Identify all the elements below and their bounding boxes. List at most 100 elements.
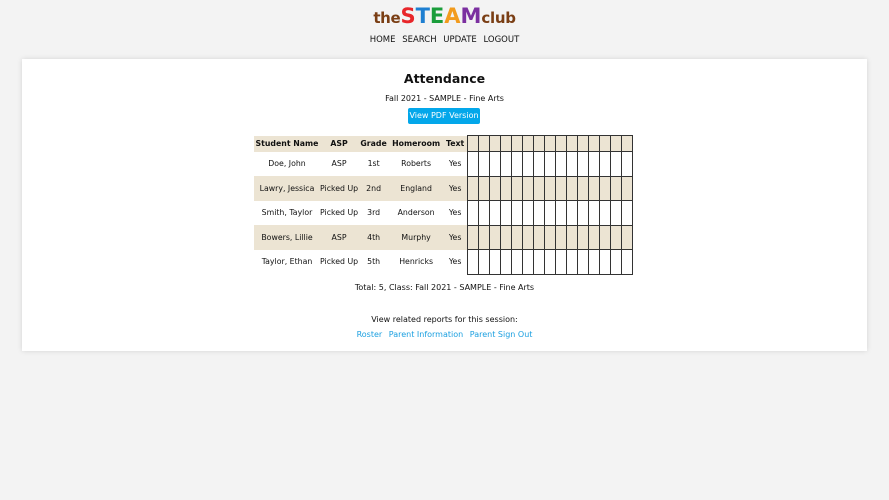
attendance-box bbox=[544, 135, 557, 152]
parent-sign-out-link[interactable]: Parent Sign Out bbox=[470, 330, 533, 339]
nav-logout[interactable]: LOGOUT bbox=[483, 35, 519, 45]
attendance-box bbox=[544, 175, 557, 201]
nav-search[interactable]: SEARCH bbox=[402, 35, 436, 45]
cell-text: Yes bbox=[448, 159, 462, 169]
attendance-box bbox=[522, 249, 535, 275]
logo-letter: E bbox=[429, 4, 445, 28]
attendance-box bbox=[489, 151, 502, 177]
attendance-box bbox=[577, 135, 590, 152]
attendance-box bbox=[588, 200, 601, 226]
attendance-box bbox=[489, 224, 502, 250]
cell-homeroom: Anderson bbox=[397, 208, 435, 218]
attendance-box bbox=[478, 224, 491, 250]
attendance-box bbox=[489, 175, 502, 201]
logo-letter: M bbox=[460, 4, 482, 28]
attendance-box bbox=[500, 135, 513, 152]
cell-grade: 4th bbox=[358, 225, 390, 250]
class-subtitle: Fall 2021 - SAMPLE - Fine Arts bbox=[385, 94, 504, 103]
attendance-box bbox=[467, 175, 480, 201]
attendance-box bbox=[566, 224, 579, 250]
cell-asp: ASP bbox=[320, 225, 359, 250]
nav-update[interactable]: UPDATE bbox=[443, 35, 476, 45]
total-summary: Total: 5, Class: Fall 2021 - SAMPLE - Fi… bbox=[354, 283, 535, 292]
cell-grade: 2nd bbox=[358, 176, 390, 201]
cell-text: Yes bbox=[448, 257, 462, 267]
cell-student-name: Doe, John bbox=[268, 159, 306, 169]
attendance-box bbox=[566, 135, 579, 152]
attendance-box bbox=[522, 135, 535, 152]
table-row: Bowers, Lillie ASP 4th Murphy Yes bbox=[254, 224, 634, 250]
attendance-box bbox=[555, 249, 568, 275]
site-logo[interactable]: theSTEAMclub bbox=[0, 6, 889, 28]
attendance-box bbox=[566, 249, 579, 275]
cell-grade: 1st bbox=[367, 159, 380, 169]
main-nav: HOME SEARCH UPDATE LOGOUT bbox=[0, 34, 889, 46]
attendance-box bbox=[500, 249, 513, 275]
cell-asp: Picked Up bbox=[320, 257, 359, 267]
attendance-box bbox=[544, 151, 557, 177]
cell-student-name: Bowers, Lillie bbox=[254, 225, 320, 250]
attendance-box bbox=[489, 135, 502, 152]
attendance-box bbox=[500, 200, 513, 226]
attendance-box bbox=[533, 175, 546, 201]
nav-home[interactable]: HOME bbox=[370, 35, 396, 45]
attendance-box bbox=[610, 151, 623, 177]
cell-student-name: Taylor, Ethan bbox=[261, 257, 313, 267]
attendance-box bbox=[489, 249, 502, 275]
attendance-box bbox=[522, 151, 535, 177]
cell-homeroom: Henricks bbox=[399, 257, 434, 267]
attendance-box bbox=[599, 175, 612, 201]
attendance-box bbox=[566, 151, 579, 177]
cell-grade: 5th bbox=[367, 257, 381, 267]
cell-text: Yes bbox=[443, 176, 468, 201]
related-reports-label: View related reports for this session: bbox=[371, 315, 518, 324]
view-pdf-button[interactable]: View PDF Version bbox=[408, 108, 480, 124]
table-row: Lawry, Jessica Picked Up 2nd England Yes bbox=[254, 175, 634, 201]
logo-letter: S bbox=[400, 4, 416, 28]
attendance-box bbox=[588, 151, 601, 177]
cell-homeroom: Roberts bbox=[401, 159, 432, 169]
column-header-grade: Grade bbox=[358, 135, 390, 152]
attendance-box bbox=[555, 200, 568, 226]
attendance-box bbox=[544, 224, 557, 250]
attendance-box bbox=[599, 135, 612, 152]
cell-asp: ASP bbox=[331, 159, 347, 169]
parent-information-link[interactable]: Parent Information bbox=[389, 330, 463, 339]
attendance-box bbox=[577, 175, 590, 201]
attendance-box bbox=[478, 200, 491, 226]
attendance-box bbox=[511, 200, 524, 226]
attendance-box bbox=[522, 224, 535, 250]
attendance-box bbox=[621, 151, 634, 177]
cell-student-name: Lawry, Jessica bbox=[254, 176, 320, 201]
attendance-box bbox=[533, 135, 546, 152]
attendance-box bbox=[610, 200, 623, 226]
attendance-box bbox=[555, 175, 568, 201]
attendance-box bbox=[533, 249, 546, 275]
attendance-box bbox=[610, 135, 623, 152]
attendance-box bbox=[522, 175, 535, 201]
cell-homeroom: Murphy bbox=[389, 225, 444, 250]
attendance-box bbox=[511, 175, 524, 201]
roster-link[interactable]: Roster bbox=[357, 330, 383, 339]
attendance-box bbox=[544, 249, 557, 275]
logo-letter: T bbox=[415, 4, 430, 28]
attendance-box bbox=[566, 200, 579, 226]
column-header-student-name: Student Name bbox=[254, 135, 320, 152]
attendance-box bbox=[566, 175, 579, 201]
table-row: Smith, Taylor Picked Up 3rd Anderson Yes bbox=[254, 200, 634, 226]
attendance-box bbox=[467, 151, 480, 177]
attendance-box bbox=[478, 249, 491, 275]
attendance-box bbox=[621, 175, 634, 201]
table-row: Taylor, Ethan Picked Up 5th Henricks Yes bbox=[254, 249, 634, 275]
attendance-box bbox=[500, 224, 513, 250]
attendance-box bbox=[478, 151, 491, 177]
attendance-box bbox=[467, 135, 480, 152]
related-reports-links: Roster Parent Information Parent Sign Ou… bbox=[22, 330, 867, 340]
attendance-box bbox=[511, 151, 524, 177]
attendance-box bbox=[533, 151, 546, 177]
attendance-box bbox=[533, 224, 546, 250]
column-header-text: Text bbox=[443, 135, 468, 152]
attendance-box bbox=[599, 151, 612, 177]
attendance-box bbox=[478, 175, 491, 201]
cell-homeroom: England bbox=[389, 176, 444, 201]
